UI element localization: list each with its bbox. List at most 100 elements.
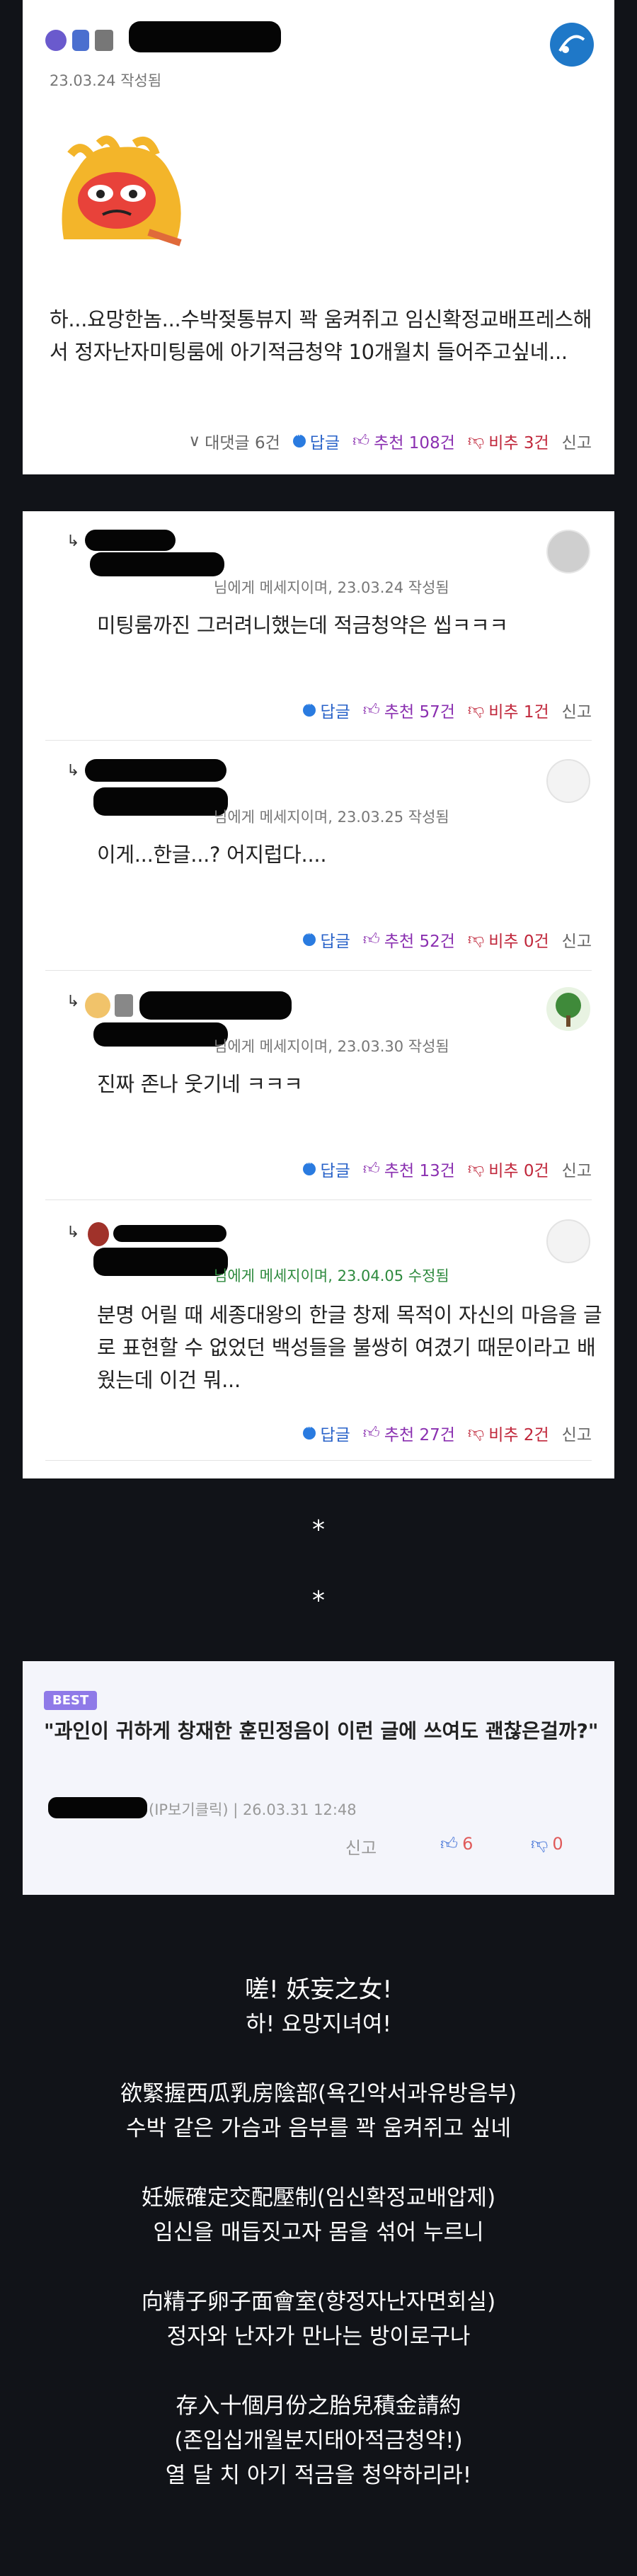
thumbs-up-icon: 👍︎	[362, 1159, 380, 1178]
redacted-username	[90, 552, 224, 576]
comment-meta: 님에게 메세지이며, 23.03.24 작성됨	[214, 579, 449, 596]
thumbs-down-icon: 👎︎	[467, 1423, 485, 1442]
comment-text: 분명 어릴 때 세종대왕의 한글 창제 목적이 자신의 마음을 글로 표현할 수…	[97, 1303, 602, 1392]
upvote-button[interactable]: 👍︎ 추천 13건	[363, 1157, 455, 1181]
commenter-avatar[interactable]	[546, 1219, 590, 1263]
comment-divider	[45, 970, 592, 971]
redacted-username	[85, 759, 226, 782]
redacted-username	[129, 21, 281, 52]
redacted-username	[113, 1225, 226, 1242]
thumbs-up-icon: 👍︎	[362, 930, 380, 949]
commenter-avatar[interactable]	[546, 987, 590, 1031]
upvote-button[interactable]: 👍︎ 추천 52건	[363, 928, 455, 952]
downvote-button[interactable]: 👎︎ 비추 2건	[468, 1421, 549, 1445]
poem-line	[0, 2146, 637, 2181]
thumbs-up-icon: 👍︎	[440, 1834, 459, 1854]
downvote-button[interactable]: 👎︎ 비추 1건	[468, 698, 549, 722]
replies-toggle[interactable]: ∨ 대댓글 6건	[188, 429, 280, 453]
comments-card: ↳ 님에게 메세지이며, 23.03.24 작성됨 미팅룸까진 그러려니했는데 …	[23, 511, 614, 1478]
downvote-button[interactable]: 👎︎ 비추 0건	[468, 1157, 549, 1181]
poem: 嗟! 妖妄之女! 하! 요망지녀여! 欲緊握西瓜乳房陰部(욕긴악서과유방음부) …	[0, 1973, 637, 2493]
poem-line	[0, 2042, 637, 2077]
thumbs-up-icon: 👍︎	[362, 1423, 380, 1442]
comment-actions: 답글 👍︎추천 27건 👎︎비추 2건 신고	[303, 1421, 592, 1445]
thumbs-down-icon: 👎︎	[467, 431, 485, 450]
report-button[interactable]: 신고	[562, 1421, 592, 1445]
upvote-button[interactable]: 👍︎ 추천 27건	[363, 1421, 455, 1445]
level-badge-icon	[45, 30, 67, 51]
medal-badge-icon	[72, 30, 89, 51]
comment-text: 미팅룸까진 그러려니했는데 적금청약은 씹ㅋㅋㅋ	[97, 613, 508, 637]
comment-meta: 님에게 메세지이며, 23.03.30 작성됨	[214, 1038, 449, 1055]
redacted-username	[48, 1797, 147, 1818]
redacted-username	[139, 991, 292, 1020]
thumbs-down-icon: 👎︎	[467, 930, 485, 949]
poem-line: 存入十個月份之胎兒積金請約	[176, 2393, 461, 2419]
girl-avatar-badge-icon	[85, 993, 110, 1018]
poem-line: 妊娠確定交配壓制(임신확정교배압제)	[141, 2185, 496, 2211]
reply-button[interactable]: 답글	[303, 1421, 350, 1445]
comment-text: 이게...한글...? 어지럽다....	[97, 843, 327, 867]
thumbs-up-icon: 👍︎	[352, 431, 370, 450]
comment-meta: 님에게 메세지이며, 23.03.25 작성됨	[214, 809, 449, 826]
post-actions: ∨대댓글 6건 답글 👍︎추천 108건 👎︎비추 3건 신고	[188, 429, 592, 453]
poem-line: 向精子卵子面會室(향정자난자면회실)	[141, 2289, 496, 2315]
reply-button[interactable]: 답글	[292, 429, 340, 453]
thumbs-down-icon: 👎︎	[467, 700, 485, 719]
comment-divider	[45, 740, 592, 741]
chat-bubble-icon	[292, 431, 306, 448]
best-report-button[interactable]: 신고	[345, 1834, 377, 1859]
downvote-button[interactable]: 👎︎ 비추 3건	[468, 429, 549, 453]
chat-bubble-icon	[303, 1423, 316, 1440]
comment-text: 진짜 존나 웃기네 ㅋㅋㅋ	[97, 1072, 303, 1096]
downvote-button[interactable]: 👎︎ 비추 0건	[468, 928, 549, 952]
poem-line: 嗟! 妖妄之女!	[244, 1976, 393, 2004]
poem-line: 欲緊握西瓜乳房陰部(욕긴악서과유방음부)	[120, 2081, 517, 2107]
medal-badge-icon	[88, 1222, 109, 1246]
chevron-down-icon: ∨	[188, 432, 201, 450]
chat-bubble-icon	[303, 1158, 316, 1175]
redacted-username	[93, 1248, 228, 1276]
scroll-badge-icon	[95, 30, 113, 51]
post-date: 23.03.24 작성됨	[50, 72, 162, 89]
comment-divider	[45, 1460, 592, 1461]
comment-actions: 답글 👍︎추천 13건 👎︎비추 0건 신고	[303, 1157, 592, 1181]
report-button[interactable]: 신고	[562, 1157, 592, 1181]
poem-line: 수박 같은 가슴과 음부를 꽉 움켜쥐고 싶네	[126, 2116, 511, 2141]
redacted-username	[93, 1022, 228, 1047]
report-button[interactable]: 신고	[562, 698, 592, 722]
commenter-avatar[interactable]	[546, 759, 590, 803]
reply-button[interactable]: 답글	[303, 928, 350, 952]
poem-line: 하! 요망지녀여!	[246, 2012, 391, 2037]
poem-line: (존입십개월분지태아적금청약!)	[174, 2428, 463, 2454]
comment-actions: 답글 👍︎추천 52건 👎︎비추 0건 신고	[303, 928, 592, 952]
chat-bubble-icon	[303, 929, 316, 946]
author-avatar[interactable]	[550, 23, 594, 67]
reply-button[interactable]: 답글	[303, 698, 350, 722]
poem-line: 열 달 치 아기 적금을 청약하리라!	[165, 2463, 472, 2488]
scroll-badge-icon	[115, 994, 133, 1017]
thumbs-up-icon: 👍︎	[362, 700, 380, 719]
comment-divider	[45, 1199, 592, 1200]
post-body: 하...요망한놈...수박젖통뷰지 꽉 움켜쥐고 임신확정교배프레스해서 정자난…	[50, 307, 592, 364]
commenter-avatar[interactable]	[546, 530, 590, 574]
comment-actions: 답글 👍︎추천 57건 👎︎비추 1건 신고	[303, 698, 592, 722]
upvote-button[interactable]: 👍︎ 추천 108건	[352, 429, 455, 453]
redacted-username	[85, 530, 176, 551]
best-quote: "과인이 귀하게 창재한 훈민정음이 이런 글에 쓰여도 괜찮은걸까?"	[44, 1719, 599, 1743]
user-badges	[45, 30, 113, 51]
best-upvote-button[interactable]: 👍︎ 6	[440, 1834, 473, 1854]
best-comment-card: BEST "과인이 귀하게 창재한 훈민정음이 이런 글에 쓰여도 괜찮은걸까?…	[23, 1661, 614, 1895]
reply-arrow-icon: ↳	[67, 762, 80, 780]
reply-arrow-icon: ↳	[67, 1224, 80, 1241]
upvote-button[interactable]: 👍︎ 추천 57건	[363, 698, 455, 722]
best-badge: BEST	[44, 1691, 98, 1710]
poem-line	[0, 2250, 637, 2285]
report-button[interactable]: 신고	[562, 429, 592, 453]
report-button[interactable]: 신고	[562, 928, 592, 952]
best-downvote-button[interactable]: 👎︎ 0	[531, 1834, 563, 1854]
poem-line: 정자와 난자가 만나는 방이로구나	[166, 2324, 471, 2349]
thumbs-down-icon: 👎︎	[531, 1834, 549, 1854]
reply-button[interactable]: 답글	[303, 1157, 350, 1181]
fire-emoticon	[62, 135, 182, 246]
